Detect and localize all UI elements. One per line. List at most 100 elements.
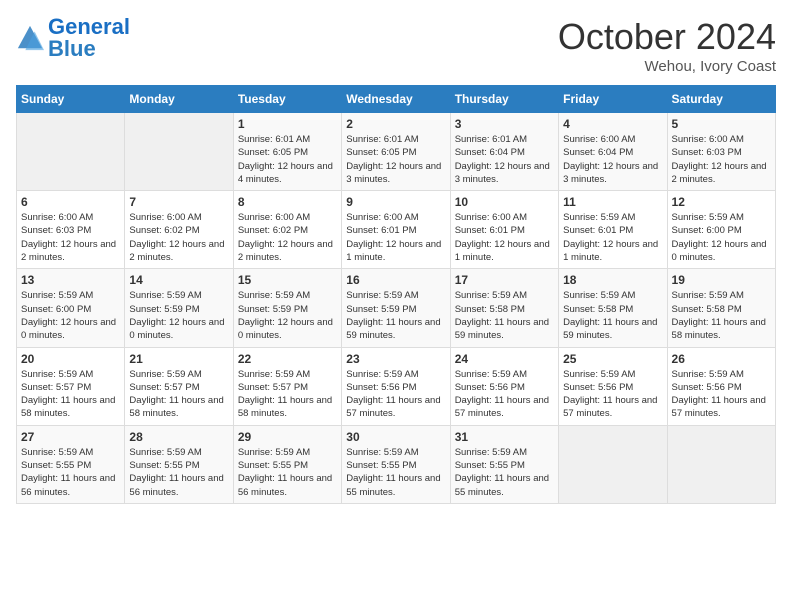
weekday-header-wednesday: Wednesday [342,86,450,113]
day-info: Sunrise: 5:59 AM Sunset: 5:55 PM Dayligh… [455,446,554,499]
calendar-cell: 9Sunrise: 6:00 AM Sunset: 6:01 PM Daylig… [342,191,450,269]
calendar-cell: 5 Sunrise: 6:00 AM Sunset: 6:03 PM Daylig… [667,113,775,191]
day-info: Sunrise: 5:59 AM Sunset: 5:55 PM Dayligh… [238,446,337,499]
calendar-cell: 18 Sunrise: 5:59 AM Sunset: 5:58 PM Dayli… [559,269,667,347]
day-info: Sunrise: 6:00 AM Sunset: 6:01 PM Dayligh… [346,211,445,264]
day-number: 5 [672,117,771,131]
day-info: Sunrise: 5:59 AM Sunset: 5:58 PM Dayligh… [455,289,554,342]
weekday-header-row: SundayMondayTuesdayWednesdayThursdayFrid… [17,86,776,113]
calendar-cell: 24 Sunrise: 5:59 AM Sunset: 5:56 PM Dayli… [450,347,558,425]
logo-icon [16,24,44,52]
calendar-cell: 21 Sunrise: 5:59 AM Sunset: 5:57 PM Dayli… [125,347,233,425]
day-info: Sunrise: 5:59 AM Sunset: 5:56 PM Dayligh… [672,368,771,421]
calendar-cell: 3 Sunrise: 6:01 AM Sunset: 6:04 PM Daylig… [450,113,558,191]
logo: General Blue [16,16,130,60]
title-area: October 2024 Wehou, Ivory Coast [558,16,776,75]
calendar-week-row: 27Sunrise: 5:59 AM Sunset: 5:55 PM Dayli… [17,425,776,503]
day-info: Sunrise: 5:59 AM Sunset: 5:59 PM Dayligh… [346,289,445,342]
day-number: 15 [238,273,337,287]
day-number: 8 [238,195,337,209]
day-info: Sunrise: 6:01 AM Sunset: 6:04 PM Dayligh… [455,133,554,186]
calendar-cell: 26Sunrise: 5:59 AM Sunset: 5:56 PM Dayli… [667,347,775,425]
calendar-cell: 1 Sunrise: 6:01 AM Sunset: 6:05 PM Daylig… [233,113,341,191]
day-number: 3 [455,117,554,131]
weekday-header-sunday: Sunday [17,86,125,113]
calendar-cell: 4 Sunrise: 6:00 AM Sunset: 6:04 PM Daylig… [559,113,667,191]
day-info: Sunrise: 6:00 AM Sunset: 6:02 PM Dayligh… [129,211,228,264]
day-number: 16 [346,273,445,287]
calendar-cell: 14Sunrise: 5:59 AM Sunset: 5:59 PM Dayli… [125,269,233,347]
logo-blue: Blue [48,36,96,61]
calendar-cell: 12Sunrise: 5:59 AM Sunset: 6:00 PM Dayli… [667,191,775,269]
day-info: Sunrise: 6:01 AM Sunset: 6:05 PM Dayligh… [238,133,337,186]
weekday-header-saturday: Saturday [667,86,775,113]
day-info: Sunrise: 5:59 AM Sunset: 6:01 PM Dayligh… [563,211,662,264]
calendar-week-row: 13 Sunrise: 5:59 AM Sunset: 6:00 PM Dayli… [17,269,776,347]
calendar-cell: 31 Sunrise: 5:59 AM Sunset: 5:55 PM Dayli… [450,425,558,503]
calendar-cell: 15 Sunrise: 5:59 AM Sunset: 5:59 PM Dayli… [233,269,341,347]
day-number: 30 [346,430,445,444]
calendar-cell: 25Sunrise: 5:59 AM Sunset: 5:56 PM Dayli… [559,347,667,425]
calendar-cell [667,425,775,503]
day-number: 10 [455,195,554,209]
day-info: Sunrise: 6:00 AM Sunset: 6:04 PM Dayligh… [563,133,662,186]
day-number: 7 [129,195,228,209]
day-number: 19 [672,273,771,287]
day-info: Sunrise: 5:59 AM Sunset: 5:56 PM Dayligh… [455,368,554,421]
day-info: Sunrise: 6:00 AM Sunset: 6:02 PM Dayligh… [238,211,337,264]
logo-text: General Blue [48,16,130,60]
month-title: October 2024 [558,16,776,58]
day-info: Sunrise: 5:59 AM Sunset: 5:57 PM Dayligh… [129,368,228,421]
day-number: 20 [21,352,120,366]
day-info: Sunrise: 5:59 AM Sunset: 5:56 PM Dayligh… [563,368,662,421]
day-number: 29 [238,430,337,444]
weekday-header-friday: Friday [559,86,667,113]
day-number: 21 [129,352,228,366]
weekday-header-tuesday: Tuesday [233,86,341,113]
day-info: Sunrise: 5:59 AM Sunset: 5:57 PM Dayligh… [21,368,120,421]
calendar-cell: 20 Sunrise: 5:59 AM Sunset: 5:57 PM Dayli… [17,347,125,425]
day-info: Sunrise: 5:59 AM Sunset: 6:00 PM Dayligh… [21,289,120,342]
calendar-cell: 30Sunrise: 5:59 AM Sunset: 5:55 PM Dayli… [342,425,450,503]
calendar-week-row: 6 Sunrise: 6:00 AM Sunset: 6:03 PM Daylig… [17,191,776,269]
day-number: 6 [21,195,120,209]
day-number: 2 [346,117,445,131]
calendar-cell: 6 Sunrise: 6:00 AM Sunset: 6:03 PM Daylig… [17,191,125,269]
day-number: 23 [346,352,445,366]
calendar-cell: 8 Sunrise: 6:00 AM Sunset: 6:02 PM Daylig… [233,191,341,269]
day-number: 1 [238,117,337,131]
calendar-cell [125,113,233,191]
day-number: 28 [129,430,228,444]
day-number: 18 [563,273,662,287]
day-number: 4 [563,117,662,131]
calendar-week-row: 20 Sunrise: 5:59 AM Sunset: 5:57 PM Dayli… [17,347,776,425]
calendar-cell: 19 Sunrise: 5:59 AM Sunset: 5:58 PM Dayli… [667,269,775,347]
calendar-cell: 29 Sunrise: 5:59 AM Sunset: 5:55 PM Dayli… [233,425,341,503]
calendar-cell: 17 Sunrise: 5:59 AM Sunset: 5:58 PM Dayli… [450,269,558,347]
day-number: 12 [672,195,771,209]
calendar-cell: 10 Sunrise: 6:00 AM Sunset: 6:01 PM Dayli… [450,191,558,269]
day-number: 17 [455,273,554,287]
day-number: 14 [129,273,228,287]
day-info: Sunrise: 5:59 AM Sunset: 5:58 PM Dayligh… [563,289,662,342]
calendar-cell: 2Sunrise: 6:01 AM Sunset: 6:05 PM Daylig… [342,113,450,191]
day-info: Sunrise: 5:59 AM Sunset: 5:56 PM Dayligh… [346,368,445,421]
subtitle: Wehou, Ivory Coast [558,58,776,75]
day-number: 22 [238,352,337,366]
day-info: Sunrise: 6:00 AM Sunset: 6:03 PM Dayligh… [672,133,771,186]
day-number: 24 [455,352,554,366]
calendar-week-row: 1 Sunrise: 6:01 AM Sunset: 6:05 PM Daylig… [17,113,776,191]
day-info: Sunrise: 5:59 AM Sunset: 5:55 PM Dayligh… [129,446,228,499]
calendar-cell: 23 Sunrise: 5:59 AM Sunset: 5:56 PM Dayli… [342,347,450,425]
calendar-cell: 27Sunrise: 5:59 AM Sunset: 5:55 PM Dayli… [17,425,125,503]
calendar-cell: 28 Sunrise: 5:59 AM Sunset: 5:55 PM Dayli… [125,425,233,503]
day-number: 13 [21,273,120,287]
day-info: Sunrise: 5:59 AM Sunset: 5:58 PM Dayligh… [672,289,771,342]
calendar-cell [559,425,667,503]
day-number: 31 [455,430,554,444]
day-info: Sunrise: 6:00 AM Sunset: 6:03 PM Dayligh… [21,211,120,264]
day-info: Sunrise: 6:00 AM Sunset: 6:01 PM Dayligh… [455,211,554,264]
day-info: Sunrise: 5:59 AM Sunset: 5:59 PM Dayligh… [238,289,337,342]
calendar-cell: 11Sunrise: 5:59 AM Sunset: 6:01 PM Dayli… [559,191,667,269]
calendar-cell [17,113,125,191]
